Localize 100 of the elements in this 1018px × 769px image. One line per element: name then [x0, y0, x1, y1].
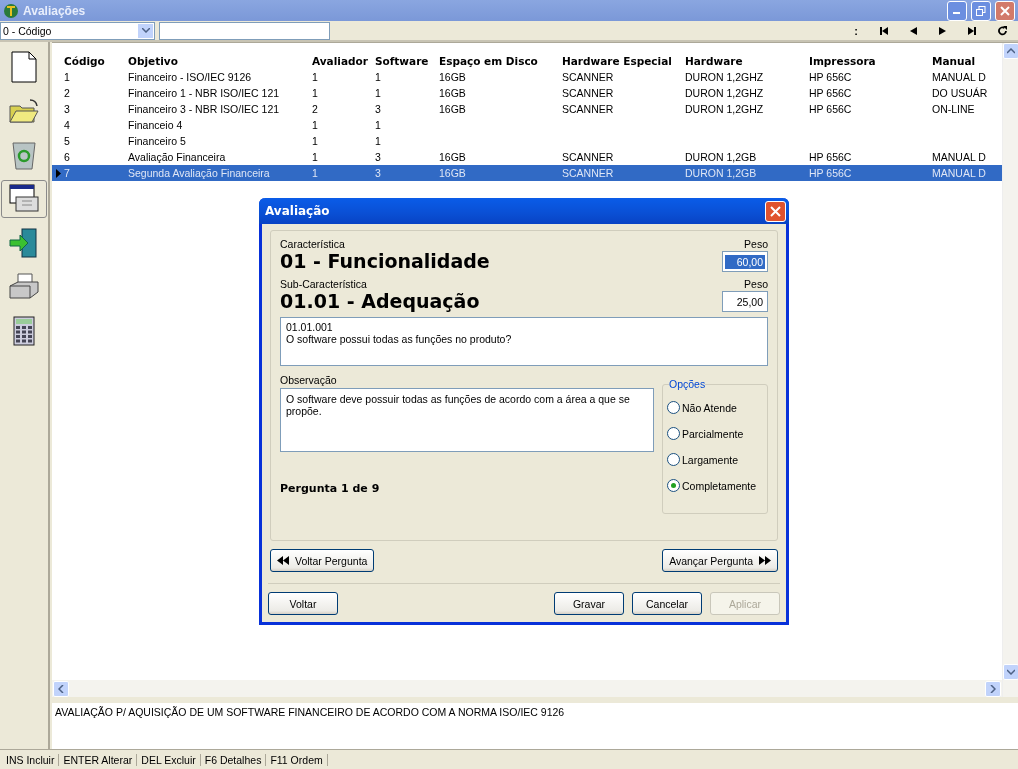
table-cell-text: SCANNER: [562, 71, 615, 83]
radio-option[interactable]: Parcialmente: [667, 427, 767, 440]
column-header[interactable]: Impressora: [809, 55, 932, 67]
printer-icon: [8, 272, 40, 302]
chevron-right-icon: [990, 684, 996, 693]
dialog-title: Avaliação: [265, 204, 330, 218]
question-counter: Pergunta 1 de 9: [280, 482, 381, 495]
toolbar-separator: :: [854, 24, 858, 37]
close-button[interactable]: [765, 200, 786, 222]
toolbar-button[interactable]: [1, 180, 47, 218]
table-cell-text: DURON 1,2GHZ: [685, 71, 765, 83]
table-row[interactable]: 2 Financeiro 1 - NBR ISO/IEC 121 1 1 16GB SCANNER DURON 1,2GHZ HP 656C DO USUÁR: [52, 85, 1002, 101]
shortcut-hint: ENTER Alterar: [59, 753, 138, 766]
table-cell-text: DURON 1,2GHZ: [685, 103, 765, 115]
table-cell-text: Financeio 4: [128, 119, 184, 131]
row-pointer-icon: [55, 168, 61, 178]
first-record-icon[interactable]: [880, 26, 888, 35]
field-label: Característica: [280, 238, 345, 250]
restore-button[interactable]: [971, 0, 991, 21]
group-legend: Opções: [669, 378, 706, 390]
table-cell-text: 1: [312, 71, 319, 83]
field-label: Sub-Característica: [280, 278, 367, 290]
table-cell-text: 6: [64, 151, 71, 163]
table-cell-text: 1: [375, 119, 382, 131]
column-header[interactable]: Manual: [932, 55, 1002, 67]
table-cell-text: SCANNER: [562, 167, 615, 179]
search-field[interactable]: [159, 21, 330, 40]
table-cell-text: SCANNER: [562, 103, 615, 115]
table-cell-text: 2: [312, 103, 319, 115]
dialog-button[interactable]: Cancelar: [632, 592, 702, 615]
scroll-up-button[interactable]: [1003, 43, 1018, 59]
radio-option[interactable]: Não Atende: [667, 401, 767, 414]
close-icon: [1000, 5, 1010, 16]
table-cell-text: 16GB: [439, 87, 467, 99]
table-cell-text: 16GB: [439, 103, 467, 115]
radio-button[interactable]: [667, 453, 680, 466]
exit-door-icon: [8, 227, 40, 259]
table-cell-text: DURON 1,2GB: [685, 167, 758, 179]
shortcut-hint: DEL Excluir: [137, 753, 201, 766]
table-cell-text: Financeiro - ISO/IEC 9126: [128, 71, 253, 83]
radio-button[interactable]: [667, 401, 680, 414]
table-row[interactable]: 3 Financeiro 3 - NBR ISO/IEC 121 2 3 16GB SCANNER DURON 1,2GHZ HP 656C ON-LINE: [52, 101, 1002, 117]
table-row[interactable]: 5 Financeiro 5 1 1: [52, 133, 1002, 149]
minimize-button[interactable]: [947, 0, 967, 21]
table-cell-text: 4: [64, 119, 71, 131]
table-cell-text: MANUAL D: [932, 151, 987, 163]
characteristic-title: 01 - Funcionalidade: [280, 250, 490, 272]
restore-icon: [976, 5, 986, 16]
column-header[interactable]: Hardware: [685, 55, 809, 67]
table-cell-text: MANUAL D: [932, 167, 987, 179]
blank-page-icon: [11, 51, 37, 83]
refresh-icon[interactable]: [998, 25, 1008, 36]
table-row[interactable]: 4 Financeio 4 1 1: [52, 117, 1002, 133]
column-header[interactable]: Software: [375, 55, 439, 67]
table-cell-text: ON-LINE: [932, 103, 976, 115]
table-row[interactable]: 6 Avaliação Financeira 1 3 16GB SCANNER DURON 1,2GB HP 656C MANUAL D: [52, 149, 1002, 165]
table-cell-text: 1: [312, 167, 319, 179]
column-header[interactable]: Avaliador: [312, 55, 375, 67]
weight-field[interactable]: 25,00: [722, 291, 768, 312]
chevron-down-icon: [141, 28, 150, 33]
table-cell-text: 1: [312, 119, 319, 131]
previous-record-icon[interactable]: [910, 26, 917, 35]
table-cell-text: HP 656C: [809, 71, 853, 83]
radio-option[interactable]: Completamente: [667, 479, 767, 492]
chevron-left-icon: [58, 684, 64, 693]
table-row[interactable]: 1 Financeiro - ISO/IEC 9126 1 1 16GB SCANNER DURON 1,2GHZ HP 656C MANUAL D: [52, 69, 1002, 85]
table-cell-text: 16GB: [439, 71, 467, 83]
dialog-button[interactable]: Gravar: [554, 592, 624, 615]
column-header[interactable]: Código: [64, 55, 128, 67]
table-cell-text: SCANNER: [562, 87, 615, 99]
dialog-button[interactable]: Voltar: [268, 592, 338, 615]
observation-field[interactable]: O software deve possuir todas as funções de acordo com a área a que se propõe.: [280, 388, 654, 452]
scroll-down-button[interactable]: [1003, 664, 1018, 680]
chevron-down-icon: [1007, 669, 1015, 675]
weight-field[interactable]: 60,00: [722, 251, 768, 272]
app-icon: [3, 2, 19, 19]
table-cell-text: DURON 1,2GB: [685, 151, 758, 163]
table-cell-text: HP 656C: [809, 103, 853, 115]
sort-order-dropdown[interactable]: 0 - Código: [0, 21, 155, 40]
radio-button[interactable]: [667, 427, 680, 440]
column-header[interactable]: Espaço em Disco: [439, 55, 562, 67]
double-right-arrow-icon: [759, 556, 771, 565]
next-question-button[interactable]: Avançar Pergunta: [662, 549, 778, 572]
table-cell-text: Avaliação Financeira: [128, 151, 227, 163]
shortcut-hint: INS Incluir: [6, 753, 60, 766]
previous-question-button[interactable]: Voltar Pergunta: [270, 549, 375, 572]
double-left-arrow-icon: [277, 556, 289, 565]
scroll-left-button[interactable]: [53, 680, 69, 697]
column-header[interactable]: Hardware Especial: [562, 55, 685, 67]
scroll-right-button[interactable]: [985, 680, 1001, 697]
next-record-icon[interactable]: [939, 26, 946, 35]
radio-button[interactable]: [667, 479, 680, 492]
table-row[interactable]: 7 Segunda Avaliação Financeira 1 3 16GB SCANNER DURON 1,2GB HP 656C MANUAL D: [52, 165, 1002, 181]
table-cell-text: 3: [375, 151, 382, 163]
column-header[interactable]: Objetivo: [128, 55, 312, 67]
last-record-icon[interactable]: [968, 26, 976, 35]
radio-option[interactable]: Largamente: [667, 453, 767, 466]
table-cell-text: 3: [375, 167, 382, 179]
table-cell-text: 2: [64, 87, 71, 99]
table-cell-text: 3: [375, 103, 382, 115]
